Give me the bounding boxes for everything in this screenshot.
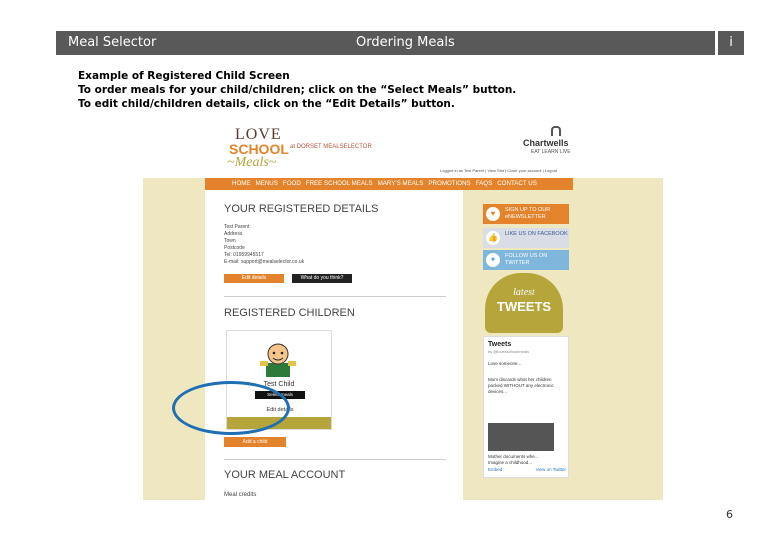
address-line: E-mail: support@mealselector.co.uk (224, 259, 305, 265)
feedback-button[interactable]: What do you think? (292, 274, 352, 283)
divider (224, 296, 446, 297)
newsletter-signup-button[interactable]: ♥ SIGN UP TO OUR eNEWSLETTER (483, 204, 569, 224)
tweets-widget: Tweets by @lovesschoolmeals Love someone… (483, 336, 569, 478)
thumbs-up-icon: 👍 (486, 231, 500, 245)
slide-section-title: Ordering Meals (356, 35, 455, 50)
address-line: Test Parent (224, 224, 250, 230)
brand-name: Chartwells (523, 138, 569, 148)
site-header: LOVE SCHOOL ~Meals~ at DORSET MEALSELECT… (143, 122, 663, 178)
tweets-by[interactable]: by @lovesschoolmeals (488, 349, 529, 354)
add-child-button[interactable]: Add a child (224, 437, 286, 447)
address-line: Town (224, 238, 236, 244)
embed-link[interactable]: Embed (488, 467, 502, 472)
nav-home[interactable]: HOME (232, 180, 251, 187)
twitter-button[interactable]: ✦ FOLLOW US ON TWITTER (483, 250, 569, 270)
chef-hat-icon (551, 126, 561, 136)
tweets-heading: Tweets (488, 341, 512, 348)
tweets-footer: Embed View on Twitter (488, 467, 566, 472)
brand-sub: EAT LEARN LIVE (531, 149, 571, 155)
main-nav: HOME MENUS FOOD FREE SCHOOL MEALS MARY'S… (205, 178, 573, 190)
info-icon[interactable]: i (718, 31, 744, 55)
address-line: Postcode (224, 245, 245, 251)
twitter-label: FOLLOW US ON TWITTER (505, 253, 548, 266)
tweet-item[interactable]: Love someone... (488, 361, 521, 367)
site-tagline: at DORSET MEALSELECTOR (290, 144, 372, 150)
tweet-image[interactable] (488, 423, 554, 451)
nav-items: HOME MENUS FOOD FREE SCHOOL MEALS MARY'S… (232, 180, 537, 187)
latest-tweets-badge: latest TWEETS (485, 273, 563, 333)
registered-child-screenshot: LOVE SCHOOL ~Meals~ at DORSET MEALSELECT… (143, 122, 663, 500)
slide-title: Meal Selector (68, 35, 157, 50)
logo-meals-text: ~Meals~ (227, 155, 277, 170)
address-block: Test Parent Address Town Postcode Tel: 0… (224, 224, 304, 266)
love-school-meals-logo[interactable]: LOVE SCHOOL ~Meals~ (225, 126, 289, 174)
instruction-line-3: To edit child/children details, click on… (78, 98, 455, 110)
highlight-oval (172, 381, 290, 435)
nav-contact-us[interactable]: CONTACT US (497, 180, 537, 187)
registered-children-title: REGISTERED CHILDREN (224, 307, 355, 319)
address-line: Address (224, 231, 243, 237)
address-line: Tel: 01959945517 (224, 252, 264, 258)
facebook-label: LIKE US ON FACEBOOK (505, 231, 568, 237)
slide-header-bar: Meal Selector Ordering Meals (56, 31, 715, 55)
meal-credits-label: Meal credits (224, 492, 257, 498)
logged-in-bar[interactable]: Logged in as Test Parent | View Shit | C… (440, 168, 557, 173)
sidebar: ♥ SIGN UP TO OUR eNEWSLETTER 👍 LIKE US O… (473, 198, 569, 488)
twitter-bird-icon: ✦ (486, 253, 500, 267)
nav-marys-meals[interactable]: MARY'S MEALS (378, 180, 424, 187)
nav-free-school-meals[interactable]: FREE SCHOOL MEALS (306, 180, 373, 187)
main-content: YOUR REGISTERED DETAILS Test Parent Addr… (205, 190, 463, 500)
tweet-item[interactable]: Imagine a childhood... (488, 460, 532, 466)
nav-menus[interactable]: MENUS (256, 180, 278, 187)
tweets-badge-line1: latest (513, 287, 535, 298)
facebook-button[interactable]: 👍 LIKE US ON FACEBOOK (483, 228, 569, 248)
nav-promotions[interactable]: PROMOTIONS (428, 180, 470, 187)
meal-account-title: YOUR MEAL ACCOUNT (224, 469, 346, 481)
registered-details-title: YOUR REGISTERED DETAILS (224, 203, 379, 215)
nav-faqs[interactable]: FAQS (476, 180, 493, 187)
tweet-item[interactable]: Mum discards what her children packed WI… (488, 377, 560, 395)
instruction-line-2: To order meals for your child/children; … (78, 84, 517, 96)
view-on-twitter-link[interactable]: View on Twitter (536, 467, 566, 472)
divider (224, 459, 446, 460)
instructions: Example of Registered Child Screen To or… (78, 69, 516, 111)
tweets-badge-line2: TWEETS (496, 299, 552, 314)
heart-icon: ♥ (486, 207, 500, 221)
page-number: 6 (726, 508, 733, 521)
instruction-line-1: Example of Registered Child Screen (78, 70, 290, 82)
child-avatar-icon (260, 343, 296, 377)
nav-food[interactable]: FOOD (283, 180, 301, 187)
edit-details-button[interactable]: Edit details (224, 274, 284, 283)
newsletter-label: SIGN UP TO OUR eNEWSLETTER (505, 207, 551, 220)
